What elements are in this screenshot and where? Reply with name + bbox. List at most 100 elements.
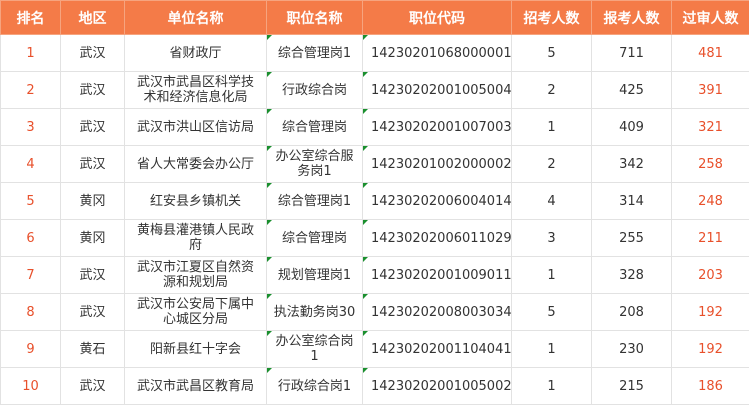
region-cell: 黄冈 — [60, 182, 125, 220]
unit-name-cell: 武汉市洪山区信访局 — [124, 108, 267, 146]
position-name-cell: 行政综合岗1 — [266, 367, 363, 405]
passed-cell: 203 — [671, 256, 749, 294]
position-name-cell: 规划管理岗1 — [266, 256, 363, 294]
rank-cell: 1 — [0, 34, 61, 72]
unit-name-cell: 省财政厅 — [124, 34, 267, 72]
passed-cell: 481 — [671, 34, 749, 72]
position-name-cell: 办公室综合服务岗1 — [266, 145, 363, 183]
unit-name-cell: 武汉市江夏区自然资源和规划局 — [124, 256, 267, 294]
region-cell: 武汉 — [60, 71, 125, 109]
position-code-cell: 14230201002000002 — [362, 145, 512, 183]
passed-cell: 321 — [671, 108, 749, 146]
passed-cell: 192 — [671, 330, 749, 368]
table-row: 6 黄冈 黄梅县灌港镇人民政府 综合管理岗 14230202006011029 3 255 2… — [0, 219, 749, 257]
position-name-cell: 行政综合岗 — [266, 71, 363, 109]
header-applicants: 报考人数 — [591, 0, 672, 35]
region-cell: 黄冈 — [60, 219, 125, 257]
position-name-cell: 综合管理岗 — [266, 219, 363, 257]
position-code-cell: 14230202001104041 — [362, 330, 512, 368]
unit-name-cell: 红安县乡镇机关 — [124, 182, 267, 220]
passed-cell: 211 — [671, 219, 749, 257]
rank-cell: 7 — [0, 256, 61, 294]
quota-cell: 1 — [511, 108, 592, 146]
applicants-cell: 342 — [591, 145, 672, 183]
unit-name-cell: 黄梅县灌港镇人民政府 — [124, 219, 267, 257]
position-name-cell: 综合管理岗1 — [266, 182, 363, 220]
unit-name-cell: 武汉市武昌区科学技术和经济信息化局 — [124, 71, 267, 109]
rank-cell: 4 — [0, 145, 61, 183]
rank-cell: 10 — [0, 367, 61, 405]
quota-cell: 1 — [511, 256, 592, 294]
unit-name-cell: 武汉市武昌区教育局 — [124, 367, 267, 405]
applicants-cell: 208 — [591, 293, 672, 331]
passed-cell: 258 — [671, 145, 749, 183]
table-header-row: 排名 地区 单位名称 职位名称 职位代码 招考人数 报考人数 过审人数 — [0, 0, 749, 35]
table-row: 2 武汉 武汉市武昌区科学技术和经济信息化局 行政综合岗 142302020010050… — [0, 71, 749, 109]
position-name-cell: 综合管理岗1 — [266, 34, 363, 72]
unit-name-cell: 省人大常委会办公厅 — [124, 145, 267, 183]
rank-cell: 9 — [0, 330, 61, 368]
position-code-cell: 14230202008003034 — [362, 293, 512, 331]
applicant-ranking-table: 排名 地区 单位名称 职位名称 职位代码 招考人数 报考人数 过审人数 1 武汉省… — [0, 0, 749, 405]
applicants-cell: 711 — [591, 34, 672, 72]
header-passed: 过审人数 — [671, 0, 749, 35]
header-position: 职位名称 — [266, 0, 363, 35]
region-cell: 武汉 — [60, 145, 125, 183]
table-row: 8 武汉 武汉市公安局下属中心城区分局 执法勤务岗30 1423020200800303… — [0, 293, 749, 331]
region-cell: 武汉 — [60, 293, 125, 331]
rank-cell: 3 — [0, 108, 61, 146]
quota-cell: 3 — [511, 219, 592, 257]
position-code-cell: 14230202001005004 — [362, 71, 512, 109]
header-unit: 单位名称 — [124, 0, 267, 35]
passed-cell: 192 — [671, 293, 749, 331]
quota-cell: 2 — [511, 145, 592, 183]
unit-name-cell: 阳新县红十字会 — [124, 330, 267, 368]
region-cell: 武汉 — [60, 256, 125, 294]
position-code-cell: 14230201068000001 — [362, 34, 512, 72]
quota-cell: 1 — [511, 367, 592, 405]
quota-cell: 5 — [511, 293, 592, 331]
rank-cell: 8 — [0, 293, 61, 331]
passed-cell: 391 — [671, 71, 749, 109]
table-row: 4 武汉 省人大常委会办公厅 办公室综合服务岗1 14230201002000002 2 3… — [0, 145, 749, 183]
position-name-cell: 办公室综合岗1 — [266, 330, 363, 368]
applicants-cell: 328 — [591, 256, 672, 294]
position-name-cell: 执法勤务岗30 — [266, 293, 363, 331]
table-body: 1 武汉 省财政厅 综合管理岗1 14230201068000001 5 711 481 2 武汉… — [0, 34, 749, 405]
header-rank: 排名 — [0, 0, 61, 35]
applicants-cell: 255 — [591, 219, 672, 257]
quota-cell: 1 — [511, 330, 592, 368]
position-code-cell: 14230202001007003 — [362, 108, 512, 146]
passed-cell: 186 — [671, 367, 749, 405]
header-region: 地区 — [60, 0, 125, 35]
table-row: 7 武汉 武汉市江夏区自然资源和规划局 规划管理岗1 14230202001009011… — [0, 256, 749, 294]
header-quota: 招考人数 — [511, 0, 592, 35]
rank-cell: 2 — [0, 71, 61, 109]
region-cell: 武汉 — [60, 108, 125, 146]
position-code-cell: 14230202001009011 — [362, 256, 512, 294]
region-cell: 黄石 — [60, 330, 125, 368]
position-code-cell: 14230202006011029 — [362, 219, 512, 257]
unit-name-cell: 武汉市公安局下属中心城区分局 — [124, 293, 267, 331]
position-code-cell: 14230202006004014 — [362, 182, 512, 220]
position-name-cell: 综合管理岗 — [266, 108, 363, 146]
applicants-cell: 215 — [591, 367, 672, 405]
table-row: 5 黄冈 红安县乡镇机关 综合管理岗1 14230202006004014 4 314 248 — [0, 182, 749, 220]
table-row: 10 武汉 武汉市武昌区教育局 行政综合岗1 14230202001005002 1 215… — [0, 367, 749, 405]
header-code: 职位代码 — [362, 0, 512, 35]
applicants-cell: 409 — [591, 108, 672, 146]
quota-cell: 4 — [511, 182, 592, 220]
table-row: 3 武汉 武汉市洪山区信访局 综合管理岗 14230202001007003 1 409 32… — [0, 108, 749, 146]
region-cell: 武汉 — [60, 34, 125, 72]
quota-cell: 2 — [511, 71, 592, 109]
passed-cell: 248 — [671, 182, 749, 220]
applicants-cell: 230 — [591, 330, 672, 368]
rank-cell: 5 — [0, 182, 61, 220]
region-cell: 武汉 — [60, 367, 125, 405]
quota-cell: 5 — [511, 34, 592, 72]
table-row: 9 黄石 阳新县红十字会 办公室综合岗1 14230202001104041 1 230 19… — [0, 330, 749, 368]
position-code-cell: 14230202001005002 — [362, 367, 512, 405]
applicants-cell: 314 — [591, 182, 672, 220]
applicants-cell: 425 — [591, 71, 672, 109]
rank-cell: 6 — [0, 219, 61, 257]
